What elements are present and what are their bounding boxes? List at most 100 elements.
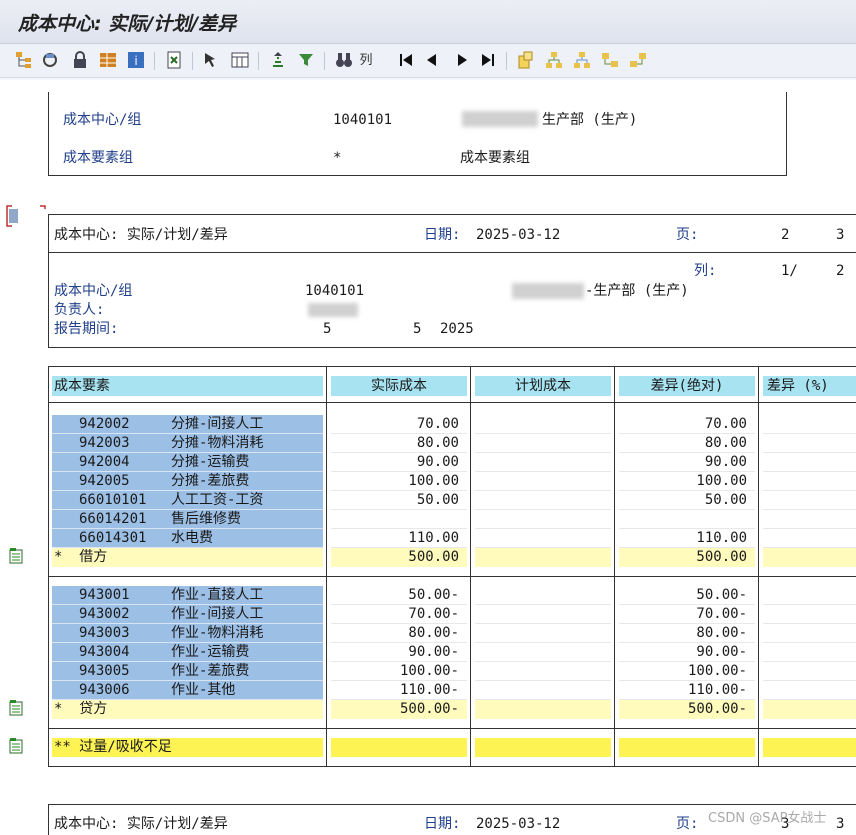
actual-cost-cell[interactable]: 110.00- [331,681,467,700]
variance-pct-cell[interactable] [763,681,856,700]
column-header-actual[interactable]: 实际成本 [331,376,467,396]
actual-cost-cell[interactable]: 50.00- [331,586,467,605]
variance-pct-cell[interactable] [763,529,856,548]
binoculars-icon[interactable] [334,50,354,70]
cost-element-row[interactable]: 66010101 人工工资-工资 [52,491,323,510]
cost-element-row[interactable]: 942003 分摊-物料消耗 [52,434,323,453]
plan-cost-cell[interactable] [475,491,611,510]
last-page-icon[interactable] [478,50,498,70]
table-icon[interactable] [230,50,250,70]
cost-element-row[interactable]: 66014301 水电费 [52,529,323,548]
previous-page-icon[interactable] [422,50,442,70]
plan-cost-cell[interactable] [475,415,611,434]
node-right-icon[interactable] [628,50,648,70]
cost-element-row[interactable]: 943003 作业-物料消耗 [52,624,323,643]
variance-abs-cell[interactable]: 110.00 [619,529,755,548]
cost-element-row[interactable]: 943005 作业-差旅费 [52,662,323,681]
credit-total-plan [475,700,611,719]
cost-element-row[interactable]: 942002 分摊-间接人工 [52,415,323,434]
cost-element-row[interactable]: 943001 作业-直接人工 [52,586,323,605]
plan-cost-cell[interactable] [475,586,611,605]
actual-cost-cell[interactable]: 90.00 [331,453,467,472]
plan-cost-cell[interactable] [475,681,611,700]
column-header-variance-pct[interactable]: 差异 (%) [763,376,856,396]
cost-element-row[interactable]: 942005 分摊-差旅费 [52,472,323,491]
actual-cost-cell[interactable]: 80.00 [331,434,467,453]
cost-element-code: 943002 [79,606,130,622]
layout-icon[interactable] [98,50,118,70]
variance-abs-cell[interactable]: 70.00- [619,605,755,624]
cost-element-row[interactable]: 943002 作业-间接人工 [52,605,323,624]
plan-cost-cell[interactable] [475,453,611,472]
actual-cost-cell[interactable]: 50.00 [331,491,467,510]
drilldown-icon[interactable] [9,700,23,716]
variance-abs-cell[interactable]: 100.00 [619,472,755,491]
variance-abs-cell[interactable]: 70.00 [619,415,755,434]
drilldown-icon[interactable] [9,548,23,564]
expand-icon[interactable] [516,50,536,70]
column-header-plan[interactable]: 计划成本 [475,376,611,396]
actual-cost-cell[interactable]: 100.00- [331,662,467,681]
variance-pct-cell[interactable] [763,472,856,491]
plan-cost-cell[interactable] [475,434,611,453]
actual-cost-cell[interactable]: 100.00 [331,472,467,491]
filter-icon[interactable] [296,50,316,70]
variance-abs-cell[interactable]: 90.00- [619,643,755,662]
cost-element-row[interactable]: 942004 分摊-运输费 [52,453,323,472]
cost-element-code: 66010101 [79,492,147,508]
select-icon[interactable] [202,50,222,70]
variance-pct-cell[interactable] [763,434,856,453]
variance-abs-cell[interactable]: 100.00- [619,662,755,681]
tree-expand-icon[interactable] [544,50,564,70]
drilldown-icon[interactable] [9,738,23,754]
actual-cost-cell[interactable] [331,510,467,529]
variance-abs-cell[interactable]: 50.00 [619,491,755,510]
info-icon[interactable]: i [126,50,146,70]
tree-collapse-icon[interactable] [572,50,592,70]
plan-cost-cell[interactable] [475,643,611,662]
variance-abs-cell[interactable] [619,510,755,529]
actual-cost-cell[interactable]: 110.00 [331,529,467,548]
actual-cost-cell[interactable]: 80.00- [331,624,467,643]
variance-pct-cell[interactable] [763,586,856,605]
actual-cost-cell[interactable]: 70.00 [331,415,467,434]
variance-pct-cell[interactable] [763,491,856,510]
variance-pct-cell[interactable] [763,624,856,643]
column-header-element[interactable]: 成本要素 [52,376,323,396]
variance-abs-cell[interactable]: 80.00- [619,624,755,643]
cost-element-row[interactable]: 66014201 售后维修费 [52,510,323,529]
next-page-icon[interactable] [452,50,472,70]
page-label: 页: [676,227,699,243]
refresh-icon[interactable] [40,50,60,70]
variance-abs-cell[interactable]: 90.00 [619,453,755,472]
variance-pct-cell[interactable] [763,605,856,624]
variance-pct-cell[interactable] [763,662,856,681]
variance-pct-cell[interactable] [763,643,856,662]
plan-cost-cell[interactable] [475,529,611,548]
variance-pct-cell[interactable] [763,453,856,472]
plan-cost-cell[interactable] [475,662,611,681]
next-page-total: 3 [836,816,845,832]
column-header-variance-abs[interactable]: 差异(绝对) [619,376,755,396]
node-left-icon[interactable] [600,50,620,70]
variance-abs-cell[interactable]: 80.00 [619,434,755,453]
lock-icon[interactable] [70,50,90,70]
first-page-icon[interactable] [396,50,416,70]
export-icon[interactable] [164,50,184,70]
plan-cost-cell[interactable] [475,624,611,643]
plan-cost-cell[interactable] [475,472,611,491]
cost-element-name: 分摊-运输费 [171,454,250,470]
variance-abs-cell[interactable]: 110.00- [619,681,755,700]
variance-pct-cell[interactable] [763,510,856,529]
variance-pct-cell[interactable] [763,415,856,434]
actual-cost-cell[interactable]: 70.00- [331,605,467,624]
cost-element-row[interactable]: 943006 作业-其他 [52,681,323,700]
actual-cost-cell[interactable]: 90.00- [331,643,467,662]
column-button[interactable]: 列 [356,51,376,71]
cost-element-row[interactable]: 943004 作业-运输费 [52,643,323,662]
hierarchy-icon[interactable] [14,50,34,70]
variance-abs-cell[interactable]: 50.00- [619,586,755,605]
plan-cost-cell[interactable] [475,510,611,529]
sort-ascending-icon[interactable] [268,50,288,70]
plan-cost-cell[interactable] [475,605,611,624]
